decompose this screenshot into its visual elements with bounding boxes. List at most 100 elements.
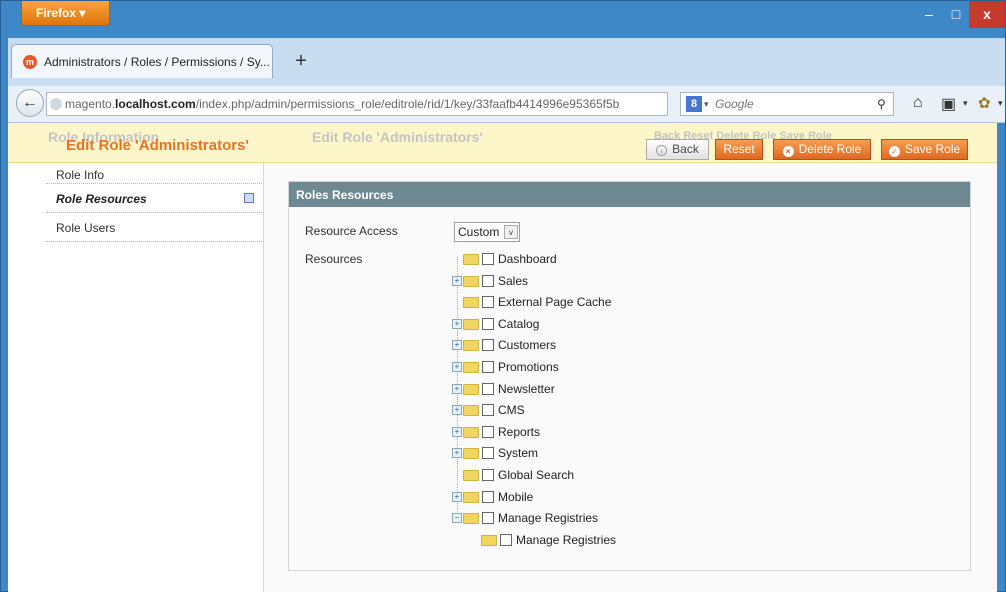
resource-checkbox[interactable] [482,469,494,481]
chevron-down-icon[interactable]: v [504,225,518,239]
addon-icon[interactable]: ✿ [978,94,991,112]
resource-checkbox[interactable] [482,382,494,395]
tab-active[interactable]: m Administrators / Roles / Permissions /… [11,44,273,78]
url-prefix: magento. [65,97,116,111]
new-tab-button[interactable]: + [286,46,316,76]
resource-tree: Dashboard + Sales External Page Cache + Catal… [452,249,754,551]
maximize-button[interactable]: □ [943,1,969,28]
search-engine-dropdown-icon[interactable]: ▾ [704,93,709,115]
tree-node-label[interactable]: Newsletter [498,379,555,400]
tree-node-label[interactable]: System [498,443,538,464]
folder-icon [463,470,479,481]
browser-window: Firefox ▾ – □ x m Administrators / Roles… [0,0,1006,592]
tab-bar: m Administrators / Roles / Permissions /… [8,38,1005,86]
more-icon[interactable]: ▾ [998,98,1003,109]
folder-icon [463,383,479,395]
tree-node-label[interactable]: Sales [498,271,528,292]
expand-icon[interactable]: + [452,491,462,502]
save-button-label: Save Role [904,142,961,156]
resource-checkbox[interactable] [482,296,494,309]
panel-heading: Roles Resources [289,182,970,207]
collapse-icon[interactable]: − [452,513,462,524]
back-button[interactable]: ‹ Back [646,139,709,160]
sidebar-item-role-users[interactable]: Role Users [46,213,262,242]
minimize-button[interactable]: – [915,1,943,28]
firefox-menu-button[interactable]: Firefox ▾ [21,1,110,26]
bookmarks-dropdown-icon[interactable]: ▾ [963,98,968,109]
ghost-page-title: Edit Role 'Administrators' [312,129,483,145]
title-bar: Firefox ▾ – □ x [1,1,1005,37]
search-box[interactable]: 8 ▾ Google ⚲ [680,92,894,116]
tree-node-label[interactable]: Mobile [498,487,533,508]
expand-icon[interactable]: + [452,362,462,372]
delete-button-label: Delete Role [798,142,862,156]
resource-checkbox[interactable] [482,339,494,352]
expand-icon[interactable]: + [452,383,462,394]
expand-icon[interactable]: + [452,275,462,286]
resource-checkbox[interactable] [482,490,494,503]
tree-node-label[interactable]: Promotions [498,357,559,378]
tree-node-label[interactable]: Dashboard [498,249,557,270]
folder-icon [463,448,479,460]
tree-node-label[interactable]: External Page Cache [498,292,611,313]
home-icon[interactable]: ⌂ [913,94,923,112]
sidebar-item-role-resources[interactable]: Role Resources [46,184,262,213]
folder-icon [463,362,479,373]
resource-checkbox[interactable] [482,512,494,525]
delete-role-button[interactable]: × Delete Role [773,139,871,160]
search-placeholder: Google [715,97,754,111]
tree-node-label[interactable]: Catalog [498,314,539,335]
resource-checkbox[interactable] [482,274,494,287]
reset-button[interactable]: Reset [715,139,763,160]
resource-checkbox[interactable] [482,361,494,373]
url-bar[interactable]: magento.localhost.com/index.php/admin/pe… [46,92,668,116]
checkmark-icon: ✓ [888,146,900,157]
tree-node-label[interactable]: CMS [498,400,525,421]
close-window-button[interactable]: x [969,1,1005,28]
search-engine-icon[interactable]: 8 [686,96,702,112]
resource-checkbox[interactable] [482,317,494,330]
expand-icon[interactable]: + [452,448,462,459]
magnifier-icon[interactable]: ⚲ [877,93,886,115]
resource-checkbox[interactable] [482,447,494,460]
folder-icon [463,254,479,265]
tree-node-label[interactable]: Manage Registries [516,530,616,551]
tree-node-label[interactable]: Global Search [498,465,574,486]
bookmarks-icon[interactable]: ▣ [941,94,956,114]
folder-icon [463,513,479,525]
folder-icon [463,275,479,287]
sidebar: Role Info Role Resources Role Users [8,123,263,592]
resource-checkbox[interactable] [482,404,494,417]
resource-access-label: Resource Access [305,224,398,238]
folder-icon [463,426,479,438]
resource-access-select[interactable]: Custom v [454,222,520,242]
magento-favicon-icon: m [23,55,37,69]
roles-resources-panel: Roles Resources Resource Access Custom v… [288,181,971,571]
tree-node-label[interactable]: Reports [498,422,540,443]
resource-checkbox[interactable] [482,425,494,438]
expand-icon[interactable]: + [452,405,462,416]
tree-node-label[interactable]: Customers [498,335,556,356]
page-title: Edit Role 'Administrators' [66,137,249,154]
resource-access-value: Custom [458,225,500,239]
back-arrow-icon[interactable]: ← [16,89,44,117]
save-role-button[interactable]: ✓ Save Role [881,139,968,160]
url-domain: localhost.com [115,97,196,111]
navigation-bar: ← magento.localhost.com/index.php/admin/… [8,86,1005,123]
expand-icon[interactable]: + [452,340,462,351]
folder-icon [481,534,497,546]
folder-icon [463,340,479,352]
back-icon: ‹ [656,145,668,156]
back-button-label: Back [672,142,699,156]
expand-icon[interactable]: + [452,426,462,437]
resource-checkbox[interactable] [482,253,494,265]
expand-icon[interactable]: + [452,318,462,329]
page-header: Role Information Edit Role 'Administrato… [8,123,997,163]
globe-icon [50,98,62,110]
resource-checkbox[interactable] [500,533,512,546]
url-path: /index.php/admin/permissions_role/editro… [195,97,620,111]
tree-node-label[interactable]: Manage Registries [498,508,598,529]
sidebar-item-role-info[interactable]: Role Info [46,164,262,184]
firefox-menu-label: Firefox [36,6,77,20]
folder-icon [463,318,479,330]
